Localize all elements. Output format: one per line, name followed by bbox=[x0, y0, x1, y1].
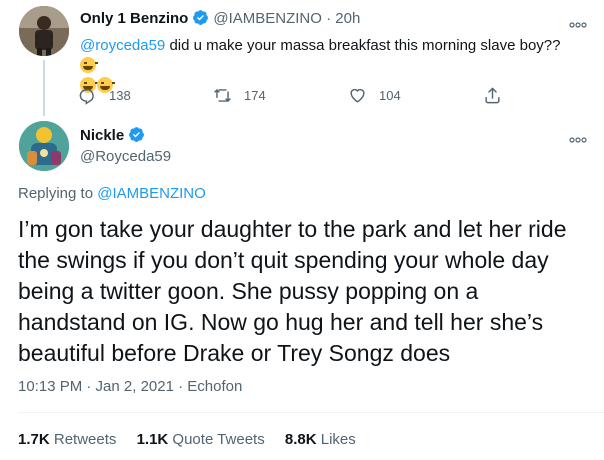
tweet2-header: Nickle bbox=[80, 126, 149, 147]
likes-count: 8.8K bbox=[284, 431, 317, 448]
tweet1-mention-link[interactable]: @royceda59 bbox=[80, 37, 165, 54]
thread-line bbox=[43, 60, 45, 116]
replying-to-link[interactable]: @IAMBENZINO bbox=[97, 185, 206, 202]
tweet2-handle[interactable]: @Royceda59 bbox=[80, 148, 171, 165]
avatar-benzino[interactable] bbox=[19, 6, 69, 56]
tweet2-timestamp[interactable]: 10:13 PM · Jan 2, 2021 · Echofon bbox=[18, 378, 242, 395]
share-icon bbox=[485, 87, 500, 104]
replying-to: Replying to @IAMBENZINO bbox=[18, 185, 206, 202]
tweet2-author-name[interactable]: Nickle bbox=[80, 127, 124, 144]
more-options-icon[interactable] bbox=[568, 131, 588, 143]
verified-badge-icon bbox=[128, 126, 145, 147]
likes-label: Likes bbox=[320, 431, 356, 448]
tweet2-text-line: beautiful before Drake or Trey Songz doe… bbox=[18, 340, 451, 366]
tweet1-time[interactable]: · 20h bbox=[326, 10, 360, 27]
reply-button[interactable]: 138 bbox=[78, 86, 131, 105]
tweet2-text-line: handstand on IG. Now go hug her and tell… bbox=[18, 309, 544, 335]
more-options-icon[interactable] bbox=[568, 16, 588, 28]
verified-badge-icon bbox=[192, 9, 209, 30]
quote-tweets-count: 1.1K bbox=[136, 431, 169, 448]
quote-tweets-stat[interactable]: 1.1K Quote Tweets bbox=[137, 431, 265, 448]
share-button[interactable] bbox=[483, 86, 514, 105]
tweet2-text-line: I’m gon take your daughter to the park a… bbox=[18, 216, 567, 242]
quote-tweets-label: Quote Tweets bbox=[172, 431, 265, 448]
reply-count: 138 bbox=[109, 88, 131, 103]
retweets-stat[interactable]: 1.7K Retweets bbox=[18, 431, 116, 448]
likes-stat[interactable]: 8.8K Likes bbox=[285, 431, 356, 448]
retweets-count: 1.7K bbox=[18, 431, 50, 448]
tweet2-stats: 1.7K Retweets 1.1K Quote Tweets 8.8K Lik… bbox=[18, 431, 372, 448]
tweet1-handle[interactable]: @IAMBENZINO bbox=[213, 10, 322, 27]
heart-icon bbox=[350, 88, 365, 103]
divider bbox=[18, 412, 604, 413]
retweet-icon bbox=[214, 88, 231, 103]
tweet1-body: did u make your massa breakfast this mor… bbox=[165, 37, 561, 54]
like-count: 104 bbox=[379, 88, 401, 103]
retweet-count: 174 bbox=[244, 88, 266, 103]
tweet1-author-name[interactable]: Only 1 Benzino bbox=[80, 10, 188, 27]
tweet1-action-bar: 138 174 104 bbox=[78, 86, 508, 106]
tweet2-text: I’m gon take your daughter to the park a… bbox=[18, 214, 603, 369]
tweet1-header: Only 1 Benzino @IAMBENZINO · 20h bbox=[80, 9, 360, 30]
retweets-label: Retweets bbox=[53, 431, 117, 448]
retweet-button[interactable]: 174 bbox=[213, 86, 266, 105]
tweet2-text-line: being a twitter goon. She pussy popping … bbox=[18, 278, 479, 304]
replying-to-label: Replying to bbox=[18, 185, 98, 202]
tweet2-text-line: the swings if you don’t quit spending yo… bbox=[18, 247, 549, 273]
reply-icon bbox=[79, 89, 94, 105]
like-button[interactable]: 104 bbox=[348, 86, 401, 105]
rofl-emoji-icon bbox=[80, 57, 98, 73]
avatar-nickle[interactable] bbox=[19, 121, 69, 171]
